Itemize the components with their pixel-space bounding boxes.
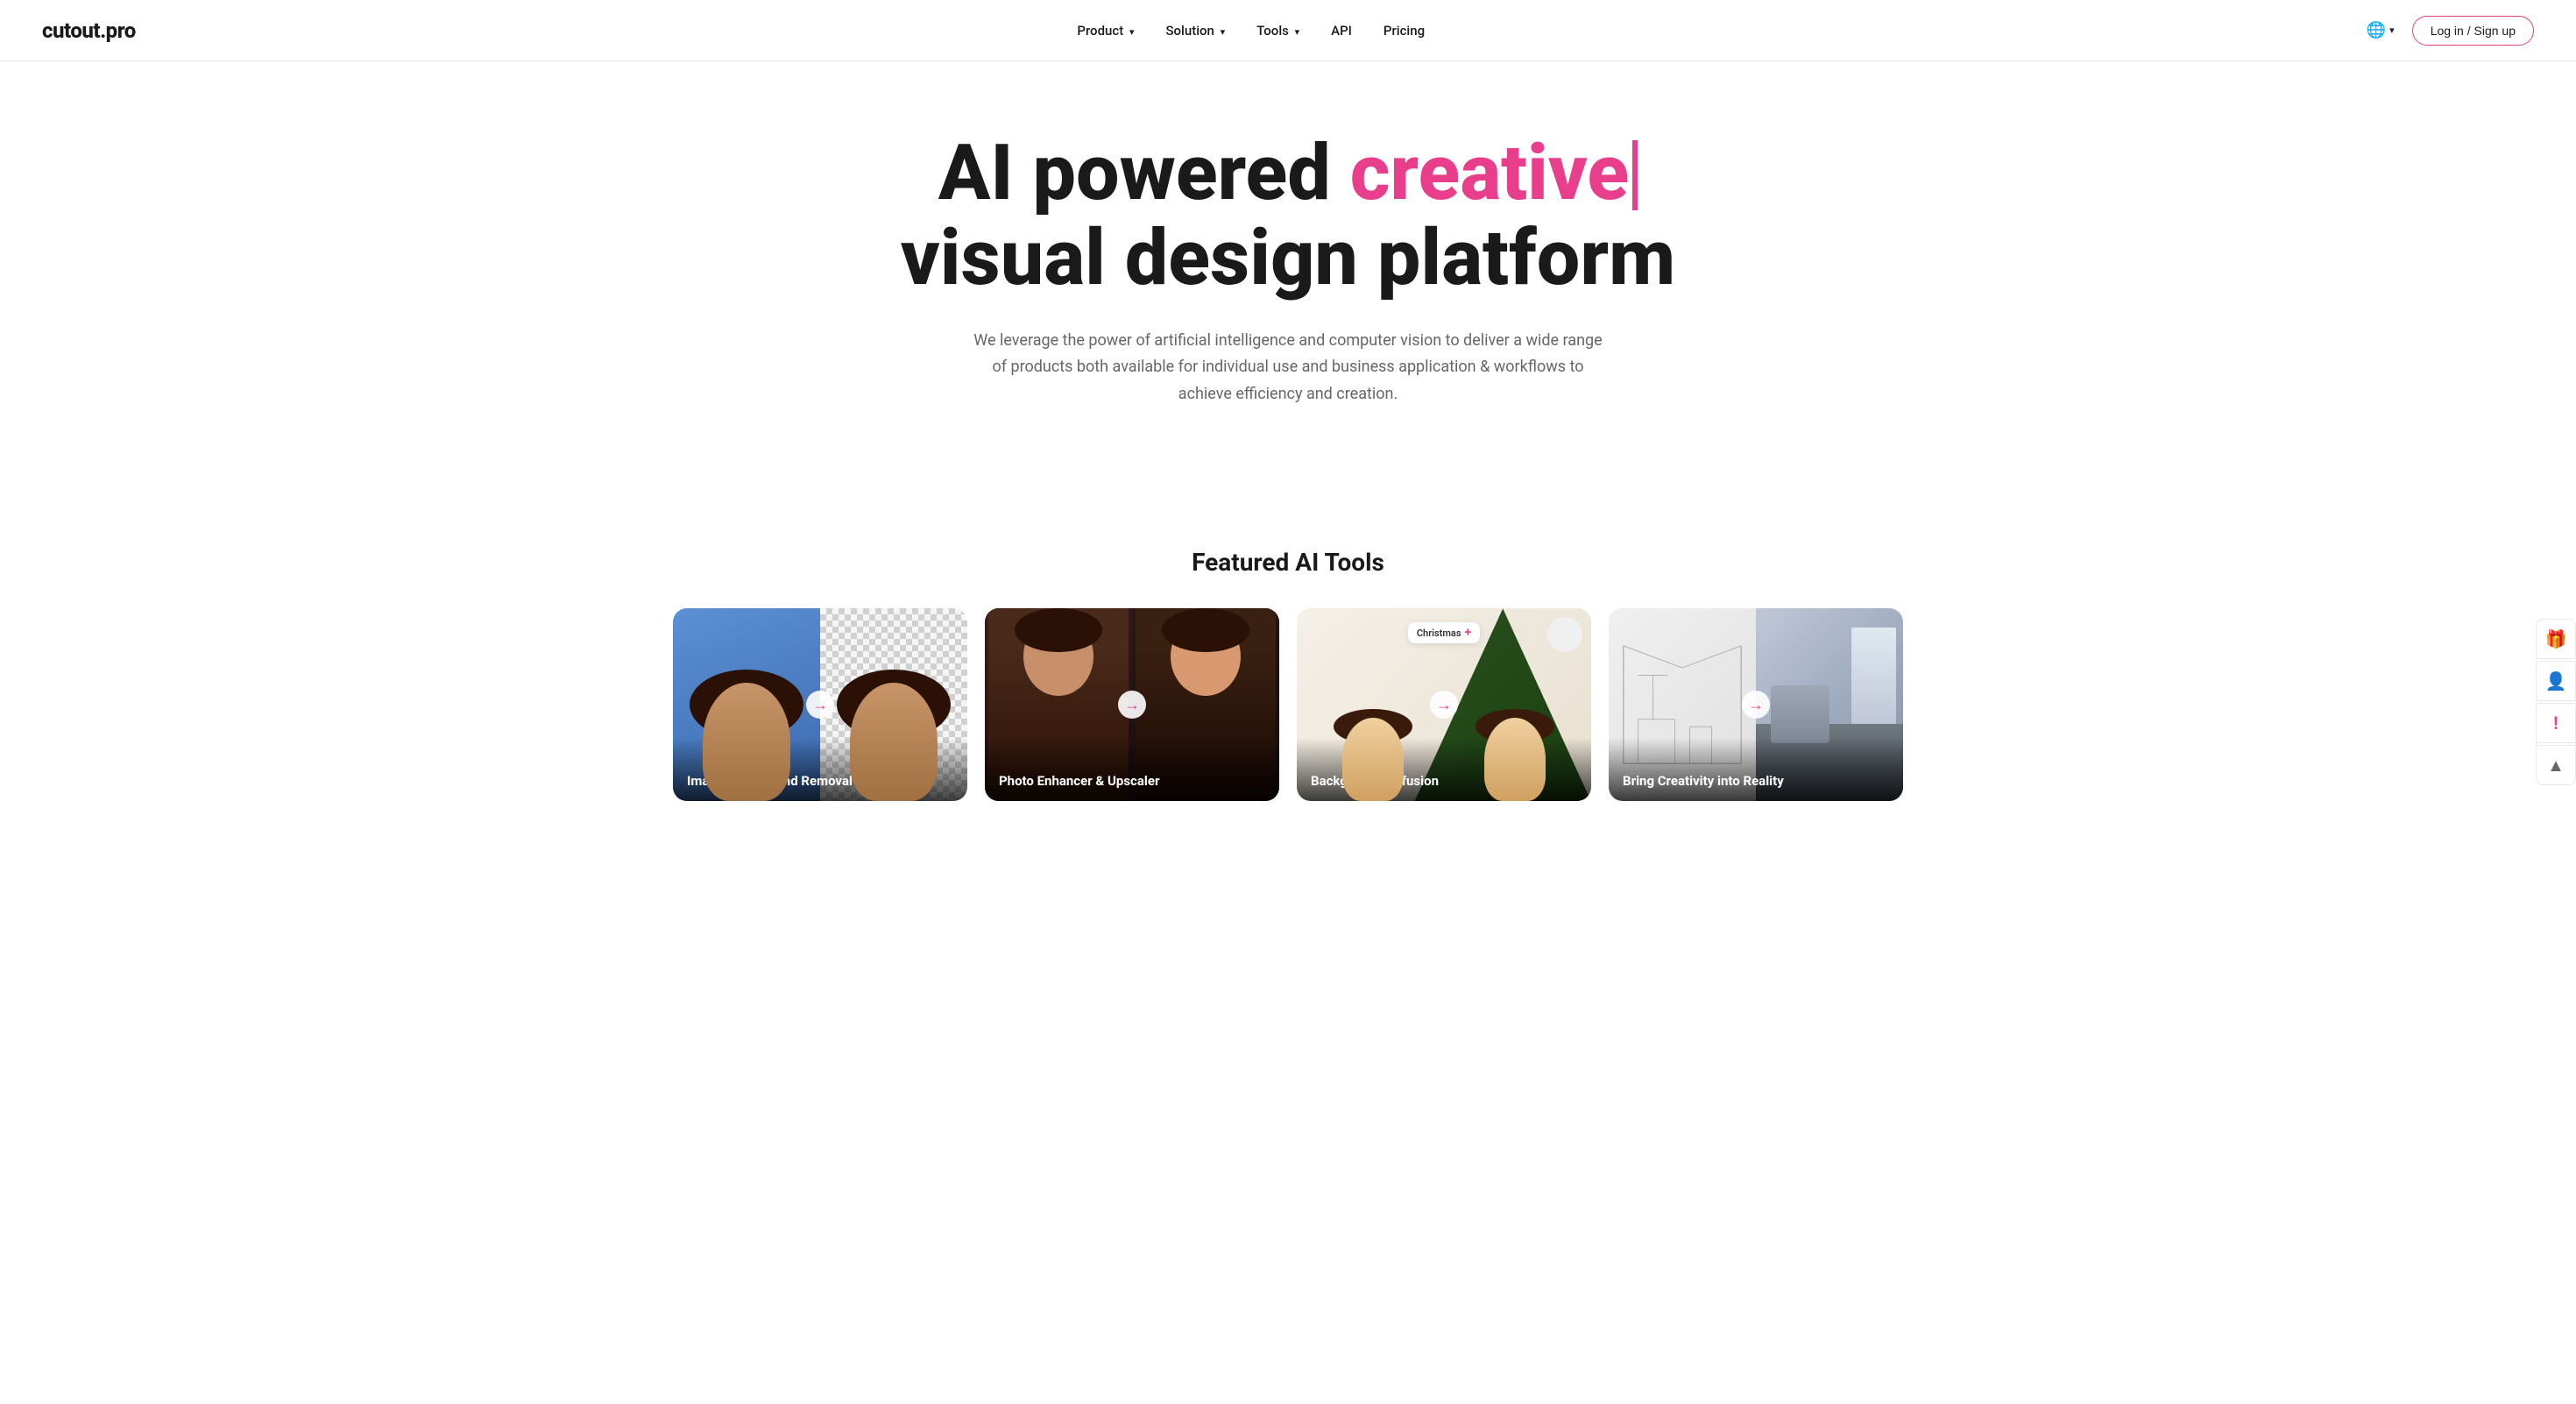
- featured-section: Featured AI Tools →: [631, 513, 1945, 801]
- side-panel: 🎁 👤 ! ▲: [2536, 619, 2576, 785]
- nav-item-api[interactable]: API: [1331, 22, 1352, 39]
- product-dropdown-arrow: ▾: [1129, 26, 1135, 38]
- nav-item-solution[interactable]: Solution ▾: [1165, 22, 1225, 39]
- gift-button[interactable]: 🎁: [2536, 619, 2576, 659]
- hero-title-part1: AI powered: [938, 128, 1350, 218]
- alert-icon: !: [2553, 713, 2558, 734]
- user-icon: 👤: [2545, 670, 2567, 691]
- nav-item-pricing[interactable]: Pricing: [1384, 22, 1425, 39]
- login-signup-button[interactable]: Log in / Sign up: [2412, 16, 2534, 46]
- tool-card-creativity[interactable]: → Bring Creativity into Reality: [1609, 608, 1903, 801]
- tool-card-bg-diffusion[interactable]: Christmas + →: [1297, 608, 1591, 801]
- logo[interactable]: cutout.pro: [42, 18, 136, 43]
- nav-menu: Product ▾ Solution ▾ Tools ▾ API Pricing: [1077, 22, 1425, 39]
- alert-button[interactable]: !: [2536, 703, 2576, 743]
- hero-title: AI powered creative visual design platfo…: [797, 131, 1779, 301]
- christmas-badge: Christmas +: [1408, 622, 1480, 643]
- language-arrow: ▾: [2389, 25, 2395, 36]
- tool-card-photo-enhancer[interactable]: → Photo Enhancer & Upscaler: [985, 608, 1279, 801]
- plus-icon: +: [1464, 626, 1471, 640]
- nav-item-tools[interactable]: Tools ▾: [1256, 22, 1299, 39]
- cursor-blink: [1632, 140, 1638, 210]
- card-label-bg-diffusion: Background Diffusion: [1297, 738, 1591, 801]
- tool-card-bg-removal[interactable]: → Image Background Removal: [673, 608, 967, 801]
- christmas-label: Christmas: [1417, 628, 1461, 639]
- scroll-up-icon: ▲: [2547, 755, 2565, 776]
- tools-grid: → Image Background Removal: [673, 608, 1903, 801]
- avatar-button[interactable]: 👤: [2536, 661, 2576, 701]
- card-label-creativity: Bring Creativity into Reality: [1609, 738, 1903, 801]
- translate-icon: 🌐: [2367, 21, 2386, 39]
- nav-item-product[interactable]: Product ▾: [1077, 22, 1134, 39]
- featured-title: Featured AI Tools: [673, 548, 1903, 577]
- hero-section: AI powered creative visual design platfo…: [762, 61, 1814, 513]
- card-label-photo-enhancer: Photo Enhancer & Upscaler: [985, 738, 1279, 801]
- scroll-top-button[interactable]: ▲: [2536, 745, 2576, 785]
- nav-right: 🌐 ▾ Log in / Sign up: [2367, 16, 2534, 46]
- hero-title-part2: visual design platform: [901, 213, 1675, 303]
- hero-title-highlight: creative: [1350, 128, 1629, 218]
- hero-subtitle: We leverage the power of artificial inte…: [973, 328, 1603, 408]
- solution-dropdown-arrow: ▾: [1221, 26, 1226, 38]
- navbar: cutout.pro Product ▾ Solution ▾ Tools ▾ …: [0, 0, 2576, 61]
- language-button[interactable]: 🌐 ▾: [2367, 21, 2395, 39]
- gift-icon: 🎁: [2545, 628, 2567, 649]
- tools-dropdown-arrow: ▾: [1295, 26, 1300, 38]
